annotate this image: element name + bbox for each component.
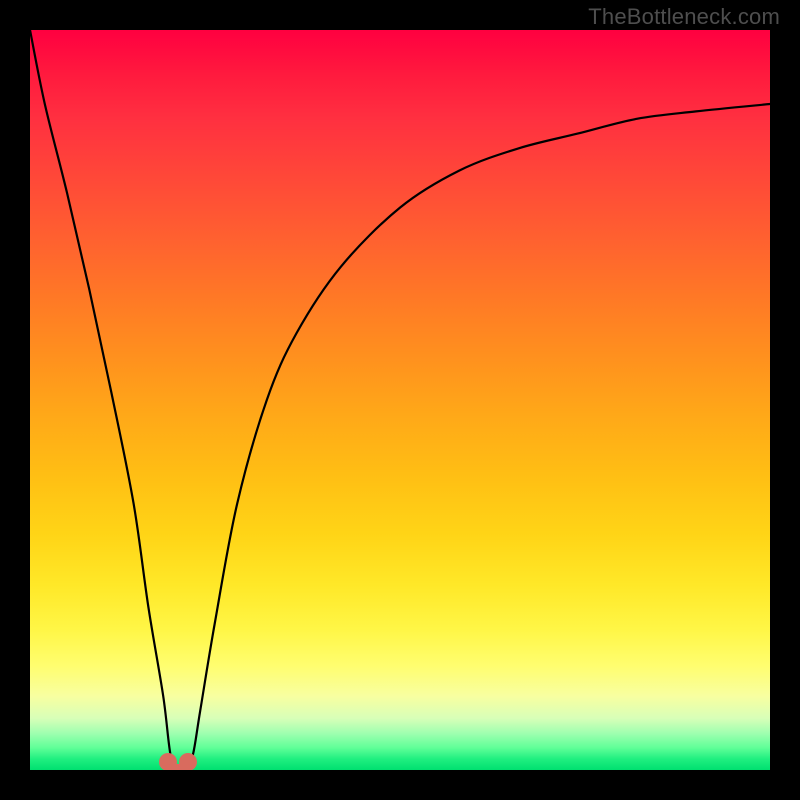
bottleneck-curve	[30, 30, 770, 770]
min-marker	[159, 753, 197, 770]
chart-frame: TheBottleneck.com	[0, 0, 800, 800]
plot-area	[30, 30, 770, 770]
watermark-text: TheBottleneck.com	[588, 4, 780, 30]
curve-line	[30, 30, 770, 770]
